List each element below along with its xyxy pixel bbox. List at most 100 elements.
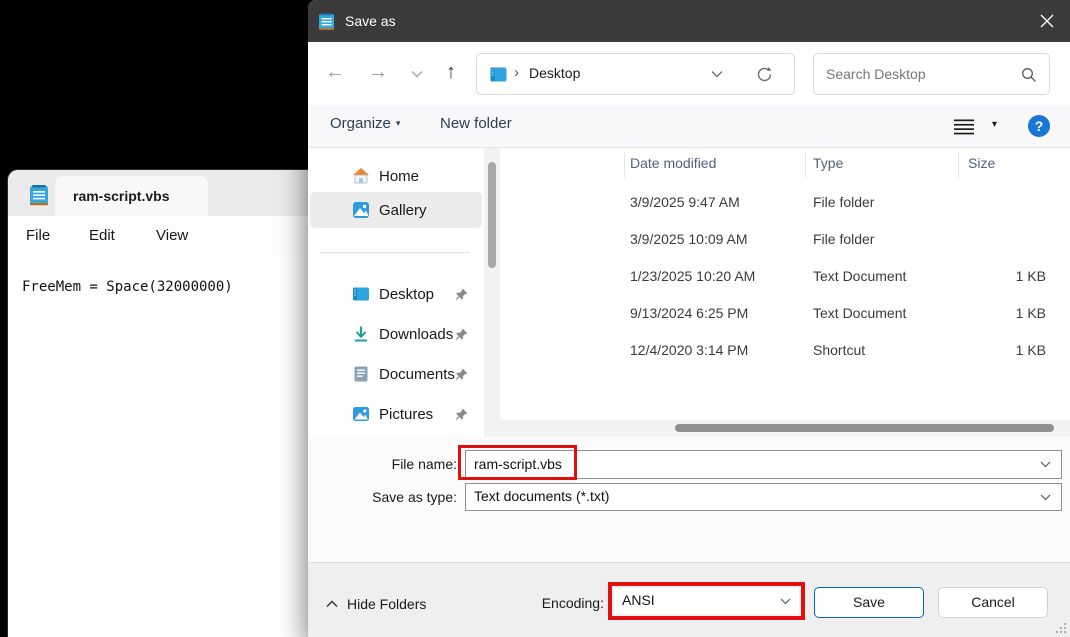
column-divider[interactable] — [958, 152, 959, 178]
dialog-titlebar: Save as — [308, 0, 1070, 42]
filename-section: File name: Save as type: Text documents … — [308, 437, 1070, 562]
notepad-menu-edit[interactable]: Edit — [83, 225, 121, 246]
sidebar-item-gallery[interactable]: Gallery — [310, 192, 482, 228]
cell-size: 1 KB — [968, 305, 1046, 321]
cell-size: 1 KB — [968, 342, 1046, 358]
hide-folders-button[interactable]: Hide Folders — [320, 591, 432, 617]
pin-icon — [455, 408, 468, 421]
resize-grip[interactable] — [1055, 622, 1067, 634]
new-folder-button[interactable]: New folder — [440, 115, 512, 132]
horizontal-scrollbar-thumb[interactable] — [675, 424, 1054, 432]
forward-icon[interactable]: → — [363, 57, 393, 87]
encoding-value: ANSI — [622, 592, 655, 608]
sidebar-scrollbar[interactable] — [484, 148, 500, 437]
cell-date: 12/4/2020 3:14 PM — [630, 342, 805, 358]
column-divider[interactable] — [805, 152, 806, 178]
sidebar-separator — [320, 252, 470, 253]
cell-size: 1 KB — [968, 268, 1046, 284]
table-row[interactable]: 12/4/2020 3:14 PM Shortcut 1 KB — [500, 332, 1070, 369]
cell-type: Shortcut — [813, 342, 963, 358]
pin-icon — [455, 368, 468, 381]
table-row[interactable]: 1/23/2025 10:20 AM Text Document 1 KB — [500, 258, 1070, 295]
cell-type: Text Document — [813, 305, 963, 321]
sidebar-item-downloads[interactable]: Downloads — [310, 316, 482, 352]
refresh-icon[interactable] — [755, 65, 774, 84]
sidebar-item-desktop[interactable]: Desktop — [310, 276, 482, 312]
dialog-toolbar: Organize ▾ New folder ▾ ? — [308, 105, 1070, 148]
back-icon[interactable]: ← — [320, 57, 350, 87]
save-as-type-combobox[interactable]: Text documents (*.txt) — [465, 483, 1062, 511]
file-name-combobox[interactable] — [465, 450, 1062, 479]
table-row[interactable]: 3/9/2025 9:47 AM File folder — [500, 184, 1070, 221]
table-row[interactable]: 9/13/2024 6:25 PM Text Document 1 KB — [500, 295, 1070, 332]
help-icon[interactable]: ? — [1028, 115, 1050, 137]
cell-type: Text Document — [813, 268, 963, 284]
sidebar-item-label: Desktop — [379, 286, 455, 303]
cell-date: 3/9/2025 9:47 AM — [630, 194, 805, 210]
column-header-size[interactable]: Size — [968, 155, 995, 171]
recent-locations-chevron-icon[interactable] — [402, 62, 432, 78]
documents-icon — [352, 365, 370, 383]
cell-date: 3/9/2025 10:09 AM — [630, 231, 805, 247]
notepad-menu-view[interactable]: View — [150, 225, 194, 246]
chevron-down-icon — [1040, 461, 1051, 468]
home-icon — [352, 167, 370, 185]
view-options-caret-icon[interactable]: ▾ — [992, 119, 997, 130]
pictures-icon — [352, 405, 370, 423]
cancel-button[interactable]: Cancel — [938, 587, 1048, 618]
column-divider[interactable] — [624, 152, 625, 178]
address-bar[interactable]: › Desktop — [476, 53, 795, 95]
sidebar: Home Gallery — [308, 148, 484, 437]
sidebar-item-label: Pictures — [379, 406, 455, 423]
close-icon[interactable] — [1024, 0, 1070, 42]
downloads-icon — [352, 325, 370, 343]
file-list-header: Date modified Type Size — [500, 148, 1070, 182]
dialog-title: Save as — [345, 0, 396, 42]
notepad-menubar: File Edit View — [8, 216, 310, 256]
address-dropdown-chevron-icon[interactable] — [711, 70, 723, 78]
column-header-date-modified[interactable]: Date modified — [630, 155, 716, 171]
organize-caret-icon: ▾ — [396, 118, 401, 128]
sidebar-item-documents[interactable]: Documents — [310, 356, 482, 392]
view-options-icon[interactable] — [954, 119, 974, 135]
save-as-type-value: Text documents (*.txt) — [474, 488, 609, 504]
search-box — [813, 53, 1050, 95]
up-icon[interactable]: ↑ — [436, 57, 466, 87]
pin-icon — [455, 288, 468, 301]
search-input[interactable] — [826, 55, 1016, 93]
notepad-tab-bar: ram-script.vbs — [8, 170, 310, 216]
horizontal-scrollbar[interactable] — [500, 420, 1070, 437]
notepad-editor[interactable]: FreeMem = Space(32000000) — [8, 256, 310, 637]
dialog-navbar: ← → ↑ › Desktop — [308, 42, 1070, 105]
desktop-icon — [352, 285, 370, 303]
sidebar-scrollbar-thumb[interactable] — [488, 162, 496, 268]
search-icon — [1021, 67, 1037, 83]
pin-icon — [455, 328, 468, 341]
sidebar-item-home[interactable]: Home — [310, 158, 482, 194]
file-browser: Home Gallery — [308, 148, 1070, 437]
file-list: Date modified Type Size 3/9/2025 9:47 AM… — [500, 148, 1070, 437]
cell-type: File folder — [813, 231, 963, 247]
save-button[interactable]: Save — [814, 587, 924, 618]
column-header-type[interactable]: Type — [813, 155, 843, 171]
cell-date: 1/23/2025 10:20 AM — [630, 268, 805, 284]
notepad-icon — [318, 12, 335, 31]
gallery-icon — [352, 201, 370, 219]
notepad-window: ram-script.vbs File Edit View FreeMem = … — [8, 170, 310, 637]
notepad-tab-ram-script[interactable]: ram-script.vbs — [55, 176, 208, 216]
sidebar-item-pictures[interactable]: Pictures — [310, 396, 482, 432]
breadcrumb-desktop[interactable]: Desktop — [529, 65, 580, 81]
sidebar-item-label: Downloads — [379, 326, 455, 343]
organize-label: Organize — [330, 115, 391, 132]
encoding-label: Encoding: — [474, 595, 604, 611]
notepad-icon — [28, 183, 50, 207]
encoding-combobox[interactable]: ANSI — [614, 588, 799, 614]
sidebar-item-label: Gallery — [379, 202, 482, 219]
cell-type: File folder — [813, 194, 963, 210]
file-name-input[interactable] — [474, 452, 994, 476]
notepad-menu-file[interactable]: File — [20, 225, 56, 246]
organize-button[interactable]: Organize ▾ — [330, 115, 400, 132]
breadcrumb-separator: › — [514, 64, 519, 81]
cell-date: 9/13/2024 6:25 PM — [630, 305, 805, 321]
table-row[interactable]: 3/9/2025 10:09 AM File folder — [500, 221, 1070, 258]
